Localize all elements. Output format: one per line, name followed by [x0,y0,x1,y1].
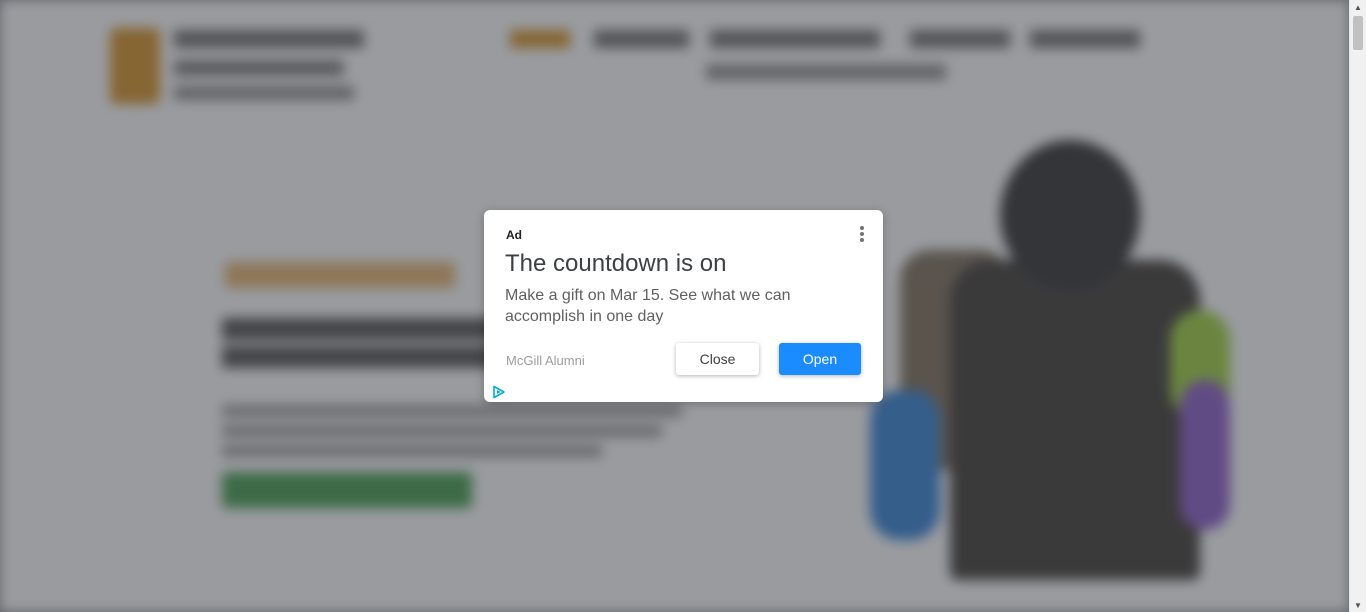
ad-title[interactable]: The countdown is on [505,250,726,278]
arrow-down-icon[interactable]: ▼ [1350,598,1366,612]
ad-description[interactable]: Make a gift on Mar 15. See what we can a… [505,285,835,327]
ad-dialog: Ad The countdown is on Make a gift on Ma… [484,210,883,402]
open-button[interactable]: Open [779,343,861,375]
ad-advertiser[interactable]: McGill Alumni [506,353,585,368]
scrollbar-thumb[interactable] [1353,16,1363,50]
arrow-up-icon[interactable]: ▲ [1350,0,1366,14]
more-vert-icon[interactable] [856,224,868,244]
adchoices-icon[interactable] [492,385,506,399]
ad-label: Ad [506,228,522,242]
close-button[interactable]: Close [676,343,759,375]
page-scrollbar[interactable]: ▲ ▼ [1349,0,1366,612]
